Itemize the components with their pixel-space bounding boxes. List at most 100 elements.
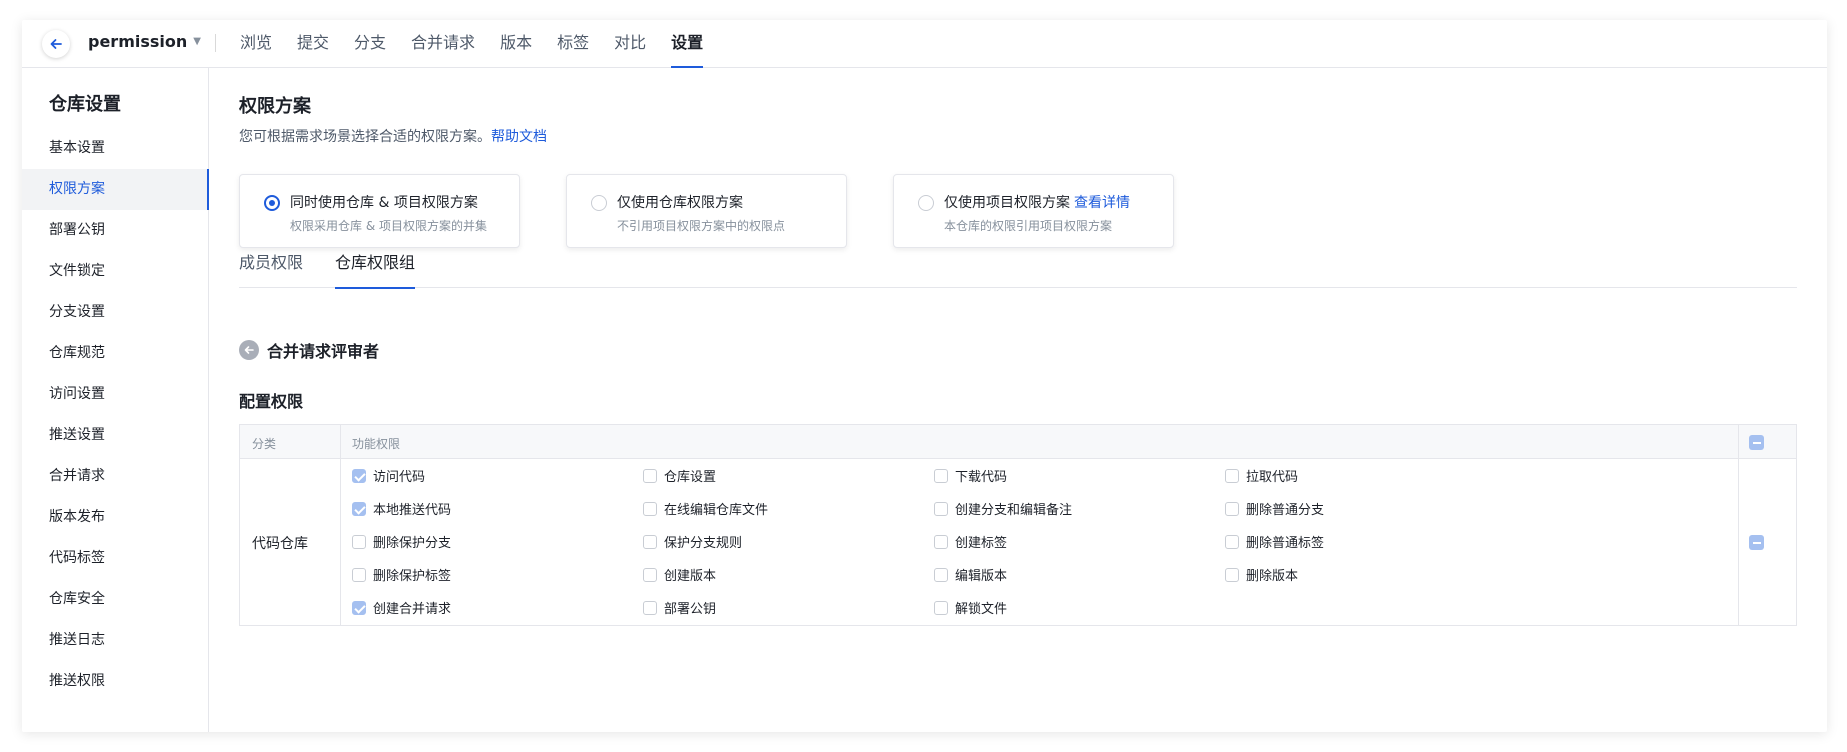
scheme-title-text: 仅使用仓库权限方案 xyxy=(617,195,743,211)
repo-selector[interactable]: permission ▼ xyxy=(88,32,201,51)
permission-checkbox[interactable] xyxy=(643,534,657,549)
description-text: 您可根据需求场景选择合适的权限方案。 xyxy=(239,129,491,145)
permission-item[interactable]: 部署公钥 xyxy=(643,598,934,617)
permission-checkbox[interactable] xyxy=(352,468,366,483)
permission-item[interactable]: 删除普通分支 xyxy=(1225,499,1516,518)
permission-item[interactable]: 仓库设置 xyxy=(643,466,934,485)
permission-tabs: 成员权限 仓库权限组 xyxy=(239,246,1797,289)
permission-label: 解锁文件 xyxy=(955,602,1008,617)
nav-item[interactable]: 提交 xyxy=(297,20,329,68)
nav-item[interactable]: 合并请求 xyxy=(411,20,475,68)
permission-checkbox[interactable] xyxy=(934,501,948,516)
scheme-radio[interactable] xyxy=(591,195,607,211)
sidebar-item[interactable]: 权限方案 xyxy=(22,169,209,210)
sidebar-item[interactable]: 基本设置 xyxy=(22,128,208,169)
permission-item[interactable]: 创建标签 xyxy=(934,532,1225,551)
nav-item[interactable]: 分支 xyxy=(354,20,386,68)
arrow-left-icon xyxy=(50,39,62,49)
permission-item[interactable]: 创建分支和编辑备注 xyxy=(934,499,1225,518)
nav-item[interactable]: 浏览 xyxy=(240,20,272,68)
permission-checkbox[interactable] xyxy=(352,567,366,582)
permission-checkbox[interactable] xyxy=(643,468,657,483)
sidebar-item[interactable]: 仓库规范 xyxy=(22,333,208,374)
scheme-option-card[interactable]: 仅使用项目权限方案 查看详情 本仓库的权限引用项目权限方案 xyxy=(893,174,1174,248)
sidebar-item[interactable]: 分支设置 xyxy=(22,292,208,333)
permission-checkbox[interactable] xyxy=(934,567,948,582)
permission-label: 保护分支规则 xyxy=(664,536,743,551)
nav-item[interactable]: 标签 xyxy=(557,20,589,68)
app-window: permission ▼ 浏览 提交 分支 合并请求 版本 标签 对比 设置 仓库设置 基本设… xyxy=(22,20,1827,732)
permission-checkbox[interactable] xyxy=(1225,501,1239,516)
permission-item[interactable]: 保护分支规则 xyxy=(643,532,934,551)
permission-item[interactable]: 本地推送代码 xyxy=(352,499,643,518)
permission-item[interactable]: 删除保护标签 xyxy=(352,565,643,584)
sidebar-item[interactable]: 访问设置 xyxy=(22,374,208,415)
permission-checkbox[interactable] xyxy=(1225,534,1239,549)
back-button[interactable] xyxy=(42,30,70,58)
sidebar-item[interactable]: 推送权限 xyxy=(22,661,208,702)
permission-checkbox[interactable] xyxy=(934,600,948,615)
sidebar-item[interactable]: 代码标签 xyxy=(22,538,208,579)
group-name: 合并请求评审者 xyxy=(267,342,380,361)
permission-item[interactable]: 访问代码 xyxy=(352,466,643,485)
permission-checkbox[interactable] xyxy=(352,600,366,615)
permission-item[interactable]: 在线编辑仓库文件 xyxy=(643,499,934,518)
permission-label: 在线编辑仓库文件 xyxy=(664,503,769,518)
sidebar-item[interactable]: 合并请求 xyxy=(22,456,208,497)
view-details-link[interactable]: 查看详情 xyxy=(1074,195,1130,211)
settings-sidebar: 仓库设置 基本设置 权限方案 部署公钥 文件锁定 分支设置 仓库规范 访问设置 推送设置 合并请… xyxy=(22,68,209,732)
nav-item[interactable]: 版本 xyxy=(500,20,532,68)
permission-item[interactable]: 删除版本 xyxy=(1225,565,1516,584)
nav-item[interactable]: 设置 xyxy=(671,20,704,68)
scheme-radio[interactable] xyxy=(918,195,934,211)
scheme-option-card[interactable]: 同时使用仓库 & 项目权限方案 权限采用仓库 & 项目权限方案的并集 xyxy=(239,174,520,248)
permission-item[interactable]: 创建合并请求 xyxy=(352,598,643,617)
permission-checkbox[interactable] xyxy=(643,501,657,516)
permission-checkbox[interactable] xyxy=(352,534,366,549)
permission-label: 创建分支和编辑备注 xyxy=(955,503,1073,518)
permission-label: 删除普通分支 xyxy=(1246,503,1325,518)
permission-label: 删除版本 xyxy=(1246,569,1299,584)
group-header: 合并请求评审者 xyxy=(239,338,379,362)
sidebar-item[interactable]: 部署公钥 xyxy=(22,210,208,251)
permission-checkbox[interactable] xyxy=(643,567,657,582)
permission-checkbox[interactable] xyxy=(1225,468,1239,483)
nav-item[interactable]: 对比 xyxy=(614,20,646,68)
sidebar-item[interactable]: 版本发布 xyxy=(22,497,208,538)
permission-checkbox[interactable] xyxy=(643,600,657,615)
permission-item[interactable]: 解锁文件 xyxy=(934,598,1225,617)
scheme-subtitle: 不引用项目权限方案中的权限点 xyxy=(617,219,786,233)
config-title: 配置权限 xyxy=(239,392,304,411)
sidebar-item[interactable]: 仓库安全 xyxy=(22,579,208,620)
page-title: 权限方案 xyxy=(239,96,311,117)
main-content: 权限方案 您可根据需求场景选择合适的权限方案。帮助文档 同时使用仓库 & 项目权… xyxy=(209,68,1827,732)
sidebar-item[interactable]: 推送日志 xyxy=(22,620,208,661)
permission-checkbox[interactable] xyxy=(1225,567,1239,582)
group-back-button[interactable] xyxy=(239,340,259,360)
minus-icon xyxy=(1752,541,1761,544)
column-header-category: 分类 xyxy=(252,437,277,451)
permission-item[interactable]: 删除普通标签 xyxy=(1225,532,1516,551)
tab-repo-permission-group[interactable]: 仓库权限组 xyxy=(335,246,416,289)
permission-item[interactable]: 创建版本 xyxy=(643,565,934,584)
scheme-option-card[interactable]: 仅使用仓库权限方案不引用项目权限方案中的权限点 xyxy=(566,174,847,248)
sidebar-item[interactable]: 文件锁定 xyxy=(22,251,208,292)
permission-item[interactable]: 删除保护分支 xyxy=(352,532,643,551)
collapse-row-button[interactable] xyxy=(1749,535,1764,550)
collapse-all-button[interactable] xyxy=(1749,435,1764,450)
scheme-radio[interactable] xyxy=(264,195,280,211)
help-doc-link[interactable]: 帮助文档 xyxy=(491,129,547,145)
permission-checkbox[interactable] xyxy=(352,501,366,516)
permission-item[interactable]: 下载代码 xyxy=(934,466,1225,485)
sidebar-item[interactable]: 推送设置 xyxy=(22,415,208,456)
permission-checkbox[interactable] xyxy=(934,534,948,549)
permission-checkbox[interactable] xyxy=(934,468,948,483)
minus-icon xyxy=(1752,441,1761,444)
tab-member-permissions[interactable]: 成员权限 xyxy=(239,246,303,288)
scheme-title-text: 仅使用项目权限方案 xyxy=(944,195,1070,211)
permission-item[interactable]: 编辑版本 xyxy=(934,565,1225,584)
page-description: 您可根据需求场景选择合适的权限方案。帮助文档 xyxy=(239,126,547,146)
scheme-title: 仅使用项目权限方案 查看详情 xyxy=(944,192,1130,212)
permission-item[interactable]: 拉取代码 xyxy=(1225,466,1516,485)
scheme-subtitle: 权限采用仓库 & 项目权限方案的并集 xyxy=(290,219,487,233)
